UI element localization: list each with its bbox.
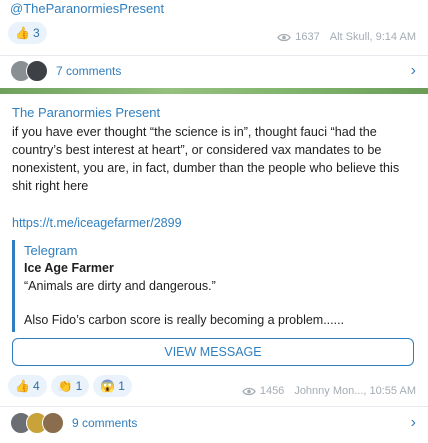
post-meta: 1456 Johnny Mon..., 10:55 AM (242, 385, 416, 397)
commenter-avatars (10, 412, 64, 434)
post-link[interactable]: https://t.me/iceagefarmer/2899 (12, 216, 182, 230)
reaction-thumbs-up[interactable]: 👍 4 (8, 375, 47, 397)
reaction-count: 1 (118, 379, 125, 393)
view-message-button[interactable]: VIEW MESSAGE (12, 338, 414, 366)
author-time: Alt Skull, 9:14 AM (329, 31, 416, 43)
preview-line-2: Also Fido’s carbon score is really becom… (24, 313, 345, 327)
comments-label: 7 comments (56, 64, 122, 78)
reaction-clap[interactable]: 👏 1 (50, 375, 90, 397)
comments-button[interactable]: 7 comments › (0, 56, 428, 86)
comments-button[interactable]: 9 comments › (0, 408, 428, 438)
preview-site: Telegram (24, 243, 78, 258)
author-time: Johnny Mon..., 10:55 AM (294, 385, 416, 397)
channel-handle[interactable]: @TheParanormiesPresent (10, 1, 164, 16)
link-preview[interactable]: Telegram Ice Age Farmer “Animals are dir… (12, 240, 419, 332)
avatar (26, 60, 48, 82)
post-reactions-row: 👍 4 👏 1 😱 1 (8, 375, 136, 397)
reaction-thumbs-up[interactable]: 👍 3 (8, 22, 47, 44)
view-count: 1456 (259, 385, 285, 397)
reaction-count: 4 (32, 379, 40, 393)
eye-icon (277, 33, 292, 41)
comments-label: 9 comments (72, 416, 138, 430)
eye-icon (242, 387, 256, 395)
view-count: 1637 (295, 31, 320, 43)
reaction-scream[interactable]: 😱 1 (93, 375, 132, 397)
scream-icon: 😱 (100, 379, 116, 393)
commenter-avatars (10, 60, 48, 82)
post-channel-name[interactable]: The Paranormies Present (12, 105, 160, 120)
preview-title: Ice Age Farmer (24, 261, 114, 275)
chevron-right-icon: › (410, 62, 416, 79)
reaction-count: 1 (75, 379, 83, 393)
post-body: if you have ever thought “the science is… (12, 125, 400, 193)
clap-icon: 👏 (57, 379, 73, 393)
avatar (42, 412, 64, 434)
thumbs-up-icon: 👍 (15, 379, 30, 393)
reactions-row: 👍 3 (8, 22, 51, 44)
thumbs-up-icon: 👍 (15, 26, 30, 40)
reaction-count: 3 (32, 26, 40, 40)
divider (0, 406, 428, 407)
chevron-right-icon: › (410, 414, 416, 431)
preview-line-1: “Animals are dirty and dangerous.” (24, 279, 216, 293)
message-meta: 1637 Alt Skull, 9:14 AM (277, 31, 416, 43)
image-strip (0, 88, 428, 94)
